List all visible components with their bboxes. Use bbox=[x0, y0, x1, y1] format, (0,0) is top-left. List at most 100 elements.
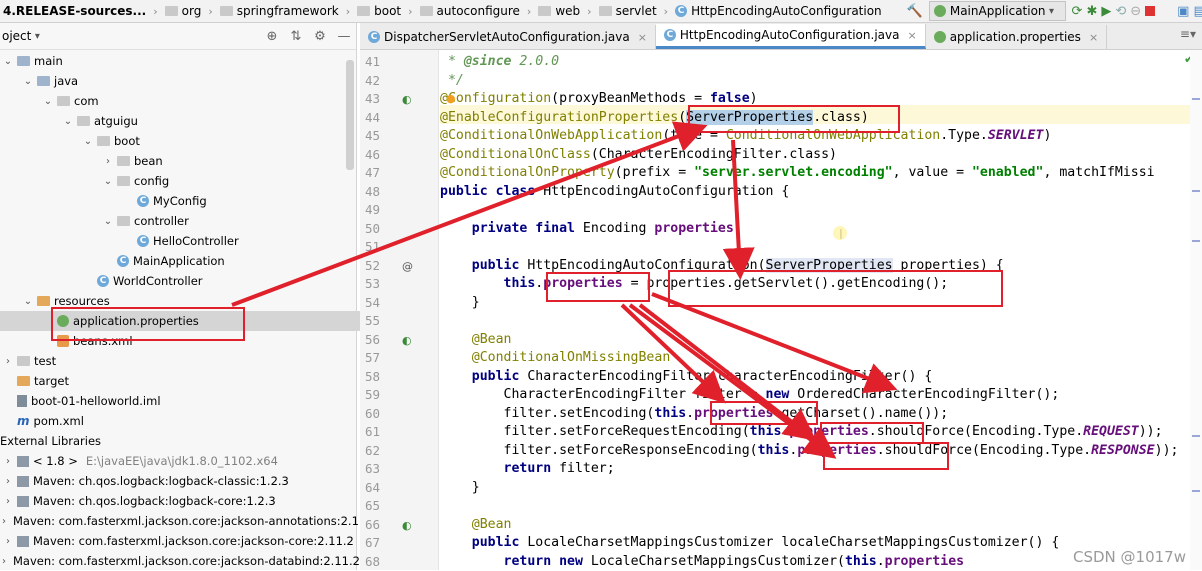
stop-icon[interactable] bbox=[1145, 1, 1156, 21]
tree-item[interactable]: ⌄ com bbox=[0, 91, 398, 111]
tree-item[interactable]: ⌄ atguigu bbox=[0, 111, 418, 131]
tree-item[interactable]: target bbox=[0, 371, 358, 391]
line-number[interactable]: 46 bbox=[360, 147, 380, 162]
spring-bean-icon[interactable]: ◐ bbox=[402, 519, 412, 532]
close-icon[interactable]: × bbox=[907, 29, 916, 42]
library-icon bbox=[17, 475, 29, 487]
line-number[interactable]: 41 bbox=[360, 54, 380, 69]
tree-item-label: WorldController bbox=[113, 274, 203, 288]
line-number[interactable]: 49 bbox=[360, 202, 380, 217]
chevron-down-icon[interactable]: ⌄ bbox=[22, 296, 34, 307]
debug-icon[interactable]: ✱ bbox=[1086, 1, 1097, 21]
line-number[interactable]: 47 bbox=[360, 165, 380, 180]
line-number[interactable]: 63 bbox=[360, 461, 380, 476]
line-number[interactable]: 43 bbox=[360, 91, 380, 106]
gear-icon[interactable]: ⚙ bbox=[310, 26, 330, 46]
breadcrumb-item[interactable]: autoconfigure bbox=[417, 4, 523, 18]
chevron-right-icon[interactable]: › bbox=[2, 356, 14, 367]
intention-bulb-icon[interactable]: ● bbox=[446, 92, 456, 105]
tree-item[interactable]: m pom.xml bbox=[0, 411, 358, 431]
run-configuration-select[interactable]: MainApplication ▾ bbox=[928, 1, 1066, 21]
line-number[interactable]: 42 bbox=[360, 73, 380, 88]
line-number[interactable]: 67 bbox=[360, 535, 380, 550]
tab-2[interactable]: application.properties × bbox=[926, 25, 1108, 49]
line-number[interactable]: 57 bbox=[360, 350, 380, 365]
spring-bean-icon[interactable]: ◐ bbox=[402, 334, 412, 347]
spring-bean-icon[interactable]: ◐ bbox=[402, 93, 412, 106]
line-number[interactable]: 58 bbox=[360, 369, 380, 384]
breadcrumb-item[interactable]: boot bbox=[354, 4, 404, 18]
tree-item[interactable]: ⌄ main bbox=[0, 51, 358, 71]
close-icon[interactable]: × bbox=[1089, 31, 1098, 44]
line-number[interactable]: 51 bbox=[360, 239, 380, 254]
tab-list-icon[interactable]: ≡▾ bbox=[1180, 27, 1196, 41]
chevron-down-icon[interactable]: ⌄ bbox=[62, 116, 74, 127]
chevron-down-icon[interactable]: ⌄ bbox=[42, 96, 54, 107]
line-number[interactable]: 59 bbox=[360, 387, 380, 402]
line-number[interactable]: 68 bbox=[360, 554, 380, 569]
chevron-right-icon[interactable]: › bbox=[2, 516, 6, 527]
close-icon[interactable]: × bbox=[638, 31, 647, 44]
build-icon[interactable]: 🔨 bbox=[907, 1, 923, 21]
tree-item[interactable]: › test bbox=[0, 351, 358, 371]
chevron-right-icon[interactable]: › bbox=[2, 536, 14, 547]
tree-item-label: java bbox=[54, 74, 79, 88]
chevron-down-icon[interactable]: ⌄ bbox=[102, 176, 114, 187]
line-number[interactable]: 55 bbox=[360, 313, 380, 328]
chevron-down-icon[interactable]: ⌄ bbox=[102, 216, 114, 227]
chevron-down-icon[interactable]: ⌄ bbox=[82, 136, 94, 147]
chevron-down-icon[interactable]: ▾ bbox=[31, 31, 43, 42]
chevron-right-icon[interactable]: › bbox=[2, 496, 14, 507]
locate-icon[interactable]: ⊕ bbox=[262, 26, 282, 46]
project-structure-icon[interactable]: ▣ bbox=[1177, 1, 1189, 21]
tree-item[interactable]: › < 1.8 > E:\javaEE\java\jdk1.8.0_1102.x64 bbox=[0, 451, 358, 471]
hide-icon[interactable]: — bbox=[334, 26, 354, 46]
breadcrumb-item[interactable]: 4.RELEASE-sources... bbox=[0, 4, 149, 18]
breadcrumb-item[interactable]: servlet bbox=[596, 4, 660, 18]
tree-item-label: Maven: ch.qos.logback:logback-classic:1.… bbox=[33, 474, 289, 488]
tree-item[interactable]: › Maven: ch.qos.logback:logback-classic:1… bbox=[0, 471, 358, 491]
tab-1[interactable]: C HttpEncodingAutoConfiguration.java × bbox=[655, 24, 926, 49]
breadcrumb-item[interactable]: org bbox=[162, 4, 205, 18]
line-number[interactable]: 61 bbox=[360, 424, 380, 439]
tree-item[interactable]: boot-01-helloworld.iml bbox=[0, 391, 358, 411]
line-number[interactable]: 50 bbox=[360, 221, 380, 236]
breadcrumb-item[interactable]: C HttpEncodingAutoConfiguration bbox=[672, 4, 885, 18]
line-number[interactable]: 44 bbox=[360, 110, 380, 125]
autowire-icon[interactable]: @ bbox=[402, 260, 413, 273]
tab-0[interactable]: C DispatcherServletAutoConfiguration.java… bbox=[360, 25, 656, 49]
rerun-icon[interactable]: ⟳ bbox=[1072, 1, 1083, 21]
run-with-coverage-icon[interactable]: ▶ bbox=[1101, 1, 1111, 21]
line-number[interactable]: 52 bbox=[360, 258, 380, 273]
sdk-icon[interactable]: ▤ bbox=[1193, 1, 1202, 21]
attach-debugger-icon[interactable]: ⊖ bbox=[1130, 1, 1141, 21]
line-number[interactable]: 66 bbox=[360, 517, 380, 532]
chevron-right-icon[interactable]: › bbox=[2, 556, 6, 567]
line-number[interactable]: 60 bbox=[360, 406, 380, 421]
tree-item[interactable]: External Libraries bbox=[0, 431, 356, 451]
breadcrumb-item[interactable]: web bbox=[535, 4, 583, 18]
chevron-down-icon[interactable]: ⌄ bbox=[2, 56, 14, 67]
line-number[interactable]: 65 bbox=[360, 498, 380, 513]
line-number[interactable]: 53 bbox=[360, 276, 380, 291]
chevron-right-icon[interactable]: › bbox=[2, 476, 14, 487]
breadcrumb-item[interactable]: springframework bbox=[217, 4, 342, 18]
chevron-down-icon[interactable]: ⌄ bbox=[22, 76, 34, 87]
chevron-right-icon[interactable]: › bbox=[2, 456, 14, 467]
tree-item[interactable]: › Maven: ch.qos.logback:logback-core:1.2.… bbox=[0, 491, 358, 511]
error-stripe[interactable] bbox=[1190, 50, 1202, 570]
tree-item[interactable]: ⌄ java bbox=[0, 71, 378, 91]
tree-item[interactable]: › Maven: com.fasterxml.jackson.core:jacks… bbox=[0, 551, 360, 571]
scrollbar[interactable] bbox=[346, 60, 354, 170]
tree-item[interactable]: › Maven: com.fasterxml.jackson.core:jacks… bbox=[0, 531, 358, 551]
line-number[interactable]: 62 bbox=[360, 443, 380, 458]
line-number[interactable]: 48 bbox=[360, 184, 380, 199]
tree-item[interactable]: › Maven: com.fasterxml.jackson.core:jacks… bbox=[0, 511, 377, 531]
line-number[interactable]: 54 bbox=[360, 295, 380, 310]
line-number[interactable]: 56 bbox=[360, 332, 380, 347]
line-number[interactable]: 64 bbox=[360, 480, 380, 495]
chevron-right-icon[interactable]: › bbox=[102, 156, 114, 167]
collapse-icon[interactable]: ⇅ bbox=[286, 26, 306, 46]
profile-icon[interactable]: ⟲ bbox=[1115, 1, 1126, 21]
line-number[interactable]: 45 bbox=[360, 128, 380, 143]
